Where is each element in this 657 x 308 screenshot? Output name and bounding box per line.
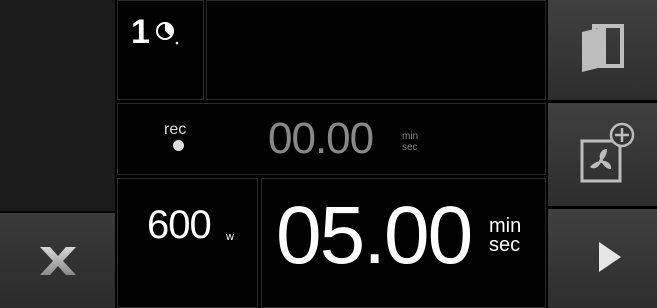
timer-unit-sec: sec xyxy=(489,234,521,256)
rec-label: rec xyxy=(164,121,187,138)
timer-setting[interactable]: 05.00 min sec xyxy=(261,178,546,308)
rec-dot-icon xyxy=(173,140,184,151)
fan-add-button[interactable] xyxy=(548,103,657,206)
fan-plus-icon xyxy=(580,122,635,183)
rec-unit-min: min xyxy=(402,131,419,142)
program-number: 1 xyxy=(131,13,150,51)
timer-value: 05.00 xyxy=(276,190,473,281)
power-unit: w xyxy=(226,231,234,243)
oven-screen: 1 rec 00.00 min sec 600 w 05.00 min sec xyxy=(0,0,657,308)
program-selector[interactable]: 1 xyxy=(117,0,204,100)
clock-icon xyxy=(156,22,179,45)
rec-unit-sec: sec xyxy=(402,142,418,153)
program-info-area xyxy=(206,0,546,100)
play-icon xyxy=(599,242,621,272)
close-icon xyxy=(40,247,76,275)
power-value: 600 xyxy=(147,203,212,247)
timer-unit: min sec xyxy=(489,216,521,256)
door-icon xyxy=(582,24,624,72)
power-setting[interactable]: 600 w xyxy=(117,178,258,308)
rec-unit: min sec xyxy=(402,131,418,153)
empty-side-panel xyxy=(0,0,115,211)
start-button[interactable] xyxy=(548,209,657,308)
rec-time: 00.00 xyxy=(268,114,374,163)
cancel-button[interactable] xyxy=(0,213,115,308)
door-button[interactable] xyxy=(548,0,657,100)
record-row[interactable]: rec 00.00 min sec xyxy=(117,103,546,175)
